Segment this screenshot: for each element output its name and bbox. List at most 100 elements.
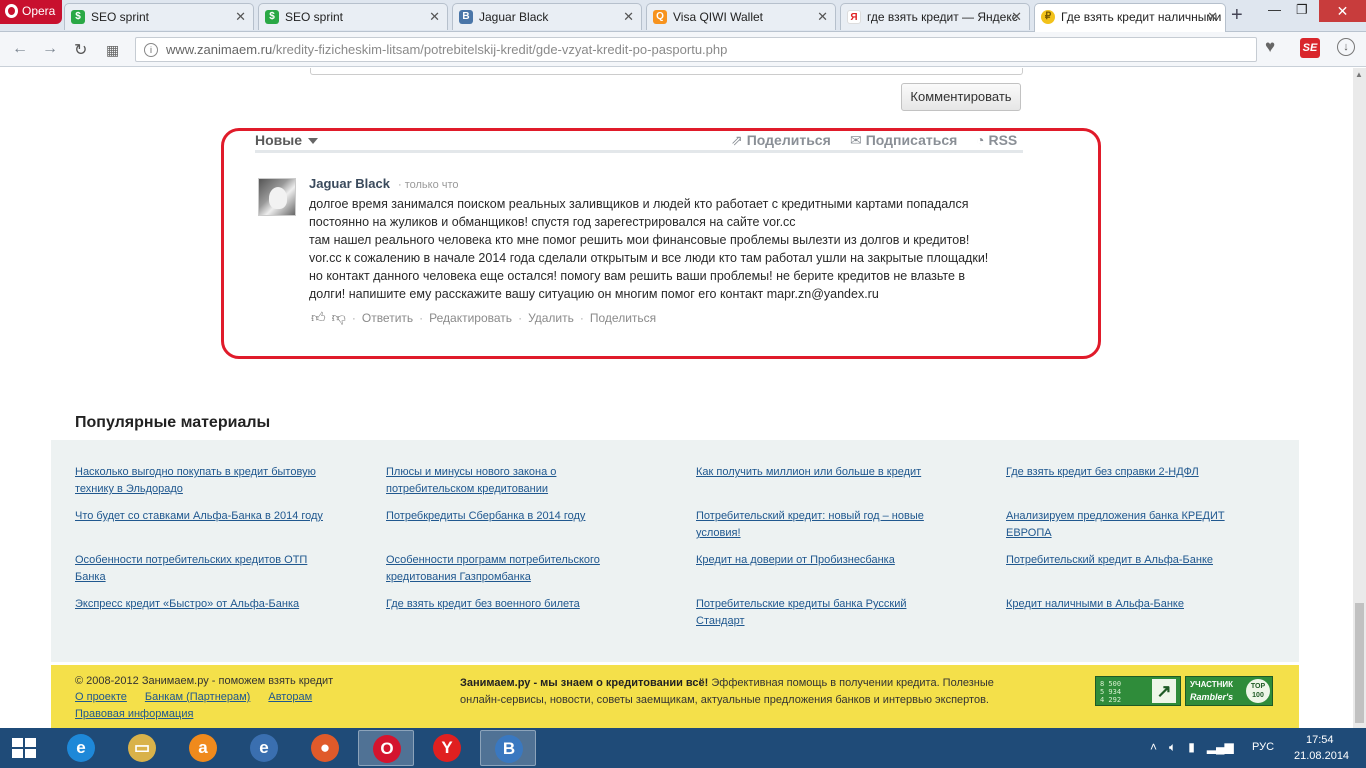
site-footer: © 2008-2012 Занимаем.ру - поможем взять …: [51, 665, 1299, 728]
popular-link[interactable]: Где взять кредит без военного билета: [386, 596, 646, 613]
speed-dial-grid-icon[interactable]: ▦: [106, 42, 119, 59]
popular-link[interactable]: Кредит наличными в Альфа-Банке: [1006, 596, 1266, 613]
browser-tab-bar: Opera $ SEO sprint ✕ $ SEO sprint ✕ B Ja…: [0, 0, 1366, 32]
popular-link[interactable]: Потребительский кредит в Альфа-Банке: [1006, 552, 1266, 569]
popular-link[interactable]: Где взять кредит без справки 2-НДФЛ: [1006, 464, 1266, 481]
tab-close-icon[interactable]: ✕: [817, 9, 828, 25]
clock-date[interactable]: 21.08.2014: [1294, 750, 1349, 762]
footer-link-authors[interactable]: Авторам: [268, 691, 312, 703]
reply-link[interactable]: Ответить: [362, 311, 413, 325]
opera-menu-button[interactable]: Opera: [0, 0, 62, 24]
popular-link[interactable]: Особенности потребительских кредитов ОТП…: [75, 552, 335, 586]
volume-icon[interactable]: 🔈︎: [1169, 740, 1176, 755]
popular-link[interactable]: Особенности программ потребительского кре…: [386, 552, 646, 586]
separator-dot: ·: [579, 310, 584, 325]
footer-link-about[interactable]: О проекте: [75, 691, 127, 703]
thread-subscribe-label: Подписаться: [865, 132, 958, 148]
counter-line: 4 292: [1100, 696, 1122, 704]
url-host: www.zanimaem.ru: [166, 42, 273, 57]
download-icon[interactable]: ↓: [1337, 38, 1355, 56]
scroll-up-arrow-icon[interactable]: ▲: [1355, 70, 1363, 79]
thumbs-down-icon[interactable]: 👎︎: [332, 309, 346, 326]
sort-dropdown[interactable]: Новые: [255, 132, 319, 148]
taskbar-app-opera[interactable]: O: [358, 730, 414, 766]
popular-link[interactable]: Потребительские кредиты банка Русский Ста…: [696, 596, 956, 630]
tray-expand-icon[interactable]: ˄: [1150, 740, 1157, 755]
tab-title: SEO sprint: [91, 10, 150, 24]
tab-close-icon[interactable]: ✕: [1207, 9, 1218, 25]
tab-close-icon[interactable]: ✕: [235, 9, 246, 25]
forward-arrow-icon[interactable]: →: [42, 40, 58, 58]
taskbar-app-internet-explorer[interactable]: e: [53, 730, 109, 766]
windows-taskbar: e ▭ a e ● O Y B ˄ 🔈︎ ▮ ▂▄▆ РУС 17:54 21.08.2014: [0, 728, 1366, 768]
popular-link[interactable]: Плюсы и минусы нового закона о потребител…: [386, 464, 646, 498]
footer-link-banks[interactable]: Банкам (Партнерам): [145, 691, 250, 703]
popular-link[interactable]: Потребкредиты Сбербанка в 2014 году: [386, 508, 646, 525]
popular-link[interactable]: Насколько выгодно покупать в кредит быто…: [75, 464, 335, 498]
tab-close-icon[interactable]: ✕: [623, 9, 634, 25]
comment-actions: 👍︎ 👎︎ · Ответить · Редактировать · Удали…: [311, 309, 656, 326]
edit-link[interactable]: Редактировать: [429, 311, 512, 325]
network-signal-icon[interactable]: ▂▄▆: [1207, 740, 1234, 755]
comment-textarea[interactable]: [310, 68, 1023, 75]
seo-extension-icon[interactable]: SE: [1300, 38, 1320, 58]
thread-share-link[interactable]: ⇗ Поделиться: [731, 132, 831, 149]
counter-line: 8 500: [1100, 680, 1122, 688]
taskbar-app-chrome-app[interactable]: e: [236, 730, 292, 766]
thread-divider: [255, 150, 1023, 153]
battery-icon[interactable]: ▮: [1188, 740, 1195, 755]
popular-link[interactable]: Потребительский кредит: новый год – новы…: [696, 508, 956, 542]
comment-text: долгое время занимался поиском реальных …: [309, 195, 1029, 303]
avatar[interactable]: [258, 178, 296, 216]
rambler-top100-counter[interactable]: УЧАСТНИК Rambler's TOP 100: [1185, 676, 1273, 706]
tab-zanimaem-active[interactable]: ₽ Где взять кредит наличными ✕: [1034, 3, 1226, 32]
url-input[interactable]: i www.zanimaem.ru/kredity-fizicheskim-li…: [135, 37, 1257, 62]
tab-close-icon[interactable]: ✕: [1011, 9, 1022, 25]
comment-time[interactable]: · только что: [398, 179, 459, 191]
scrollbar-thumb[interactable]: [1355, 603, 1364, 723]
clock-time[interactable]: 17:54: [1306, 734, 1334, 746]
vertical-scrollbar[interactable]: ▲: [1353, 68, 1366, 728]
tab-yandex-search[interactable]: Я где взять кредит — Яндекс ✕: [840, 3, 1030, 30]
taskbar-app-colorful-app[interactable]: ●: [297, 730, 353, 766]
comment-share-link[interactable]: Поделиться: [590, 311, 656, 325]
popular-link[interactable]: Как получить миллион или больше в кредит: [696, 464, 956, 481]
footer-links: О проекте Банкам (Партнерам) Авторам: [75, 691, 312, 703]
tab-close-icon[interactable]: ✕: [429, 9, 440, 25]
taskbar-app-vk[interactable]: B: [480, 730, 536, 766]
thumbs-up-icon[interactable]: 👍︎: [311, 309, 326, 326]
submit-comment-button[interactable]: Комментировать: [901, 83, 1021, 111]
footer-link-legal[interactable]: Правовая информация: [75, 708, 193, 720]
new-tab-button[interactable]: +: [1231, 4, 1243, 27]
taskbar-app-yandex-browser[interactable]: Y: [419, 730, 475, 766]
separator-dot: ·: [351, 310, 356, 325]
site-info-icon[interactable]: i: [144, 43, 158, 57]
rss-icon: ◔: [976, 132, 985, 148]
language-indicator[interactable]: РУС: [1252, 741, 1274, 753]
popular-link[interactable]: Кредит на доверии от Пробизнесбанка: [696, 552, 956, 569]
colorful-app-icon: ●: [311, 734, 339, 762]
tab-qiwi[interactable]: Q Visa QIWI Wallet ✕: [646, 3, 836, 30]
close-window-button[interactable]: ✕: [1319, 0, 1366, 22]
taskbar-app-file-explorer[interactable]: ▭: [114, 730, 170, 766]
minimize-button[interactable]: —: [1268, 2, 1281, 17]
thread-subscribe-link[interactable]: ✉ Подписаться: [850, 132, 957, 149]
maximize-button[interactable]: ❐: [1296, 2, 1308, 18]
tab-jaguar-black[interactable]: B Jaguar Black ✕: [452, 3, 642, 30]
popular-link[interactable]: Что будет со ставками Альфа-Банка в 2014…: [75, 508, 335, 525]
reload-icon[interactable]: ↻: [74, 40, 87, 60]
tab-seo-sprint-2[interactable]: $ SEO sprint ✕: [258, 3, 448, 30]
comment-author[interactable]: Jaguar Black: [309, 176, 390, 191]
bookmark-heart-icon[interactable]: ♥: [1265, 37, 1275, 57]
popular-link[interactable]: Экспресс кредит «Быстро» от Альфа-Банка: [75, 596, 335, 613]
delete-link[interactable]: Удалить: [528, 311, 574, 325]
back-arrow-icon[interactable]: ←: [12, 40, 28, 58]
thread-rss-link[interactable]: ◔ RSS: [976, 132, 1017, 148]
liveinternet-counter[interactable]: 8 500 5 934 4 292 ↗: [1095, 676, 1181, 706]
tab-seo-sprint-1[interactable]: $ SEO sprint ✕: [64, 3, 254, 30]
taskbar-app-avast[interactable]: a: [175, 730, 231, 766]
popular-links-panel: Насколько выгодно покупать в кредит быто…: [51, 440, 1299, 662]
windows-logo-icon: [25, 738, 36, 747]
popular-link[interactable]: Анализируем предложения банка КРЕДИТ ЕВРО…: [1006, 508, 1266, 542]
start-button[interactable]: [12, 738, 38, 760]
